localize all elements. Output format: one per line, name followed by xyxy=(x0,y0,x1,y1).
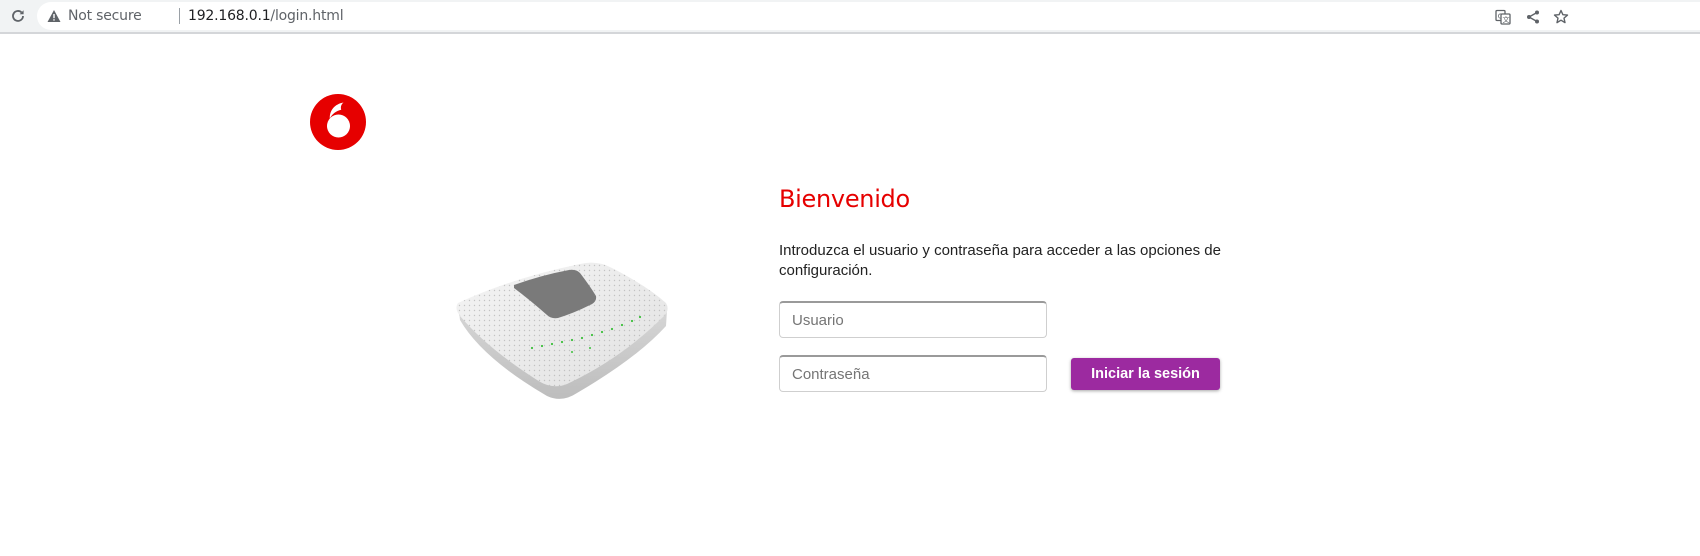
page-title: Bienvenido xyxy=(779,185,910,213)
username-input[interactable] xyxy=(779,301,1047,338)
warning-icon[interactable] xyxy=(47,9,61,23)
login-instructions: Introduzca el usuario y contraseña para … xyxy=(779,242,1221,279)
address-bar[interactable]: Not secure 192.168.0.1/login.html G 文 xyxy=(37,2,1700,30)
share-icon[interactable] xyxy=(1525,9,1541,25)
url-host: 192.168.0.1 xyxy=(188,8,271,24)
security-status[interactable]: Not secure xyxy=(68,9,142,24)
url-text[interactable]: 192.168.0.1/login.html xyxy=(188,8,344,24)
bookmark-star-icon[interactable] xyxy=(1553,9,1569,25)
url-path: /login.html xyxy=(270,8,344,24)
login-button[interactable]: Iniciar la sesión xyxy=(1071,358,1220,390)
router-image xyxy=(456,262,668,399)
address-divider xyxy=(179,8,180,24)
translate-icon[interactable]: G 文 xyxy=(1495,9,1511,25)
password-input[interactable] xyxy=(779,355,1047,392)
svg-text:文: 文 xyxy=(1503,15,1510,24)
reload-icon[interactable] xyxy=(6,5,30,27)
vodafone-logo xyxy=(310,94,366,150)
browser-toolbar: Not secure 192.168.0.1/login.html G 文 xyxy=(0,0,1700,34)
